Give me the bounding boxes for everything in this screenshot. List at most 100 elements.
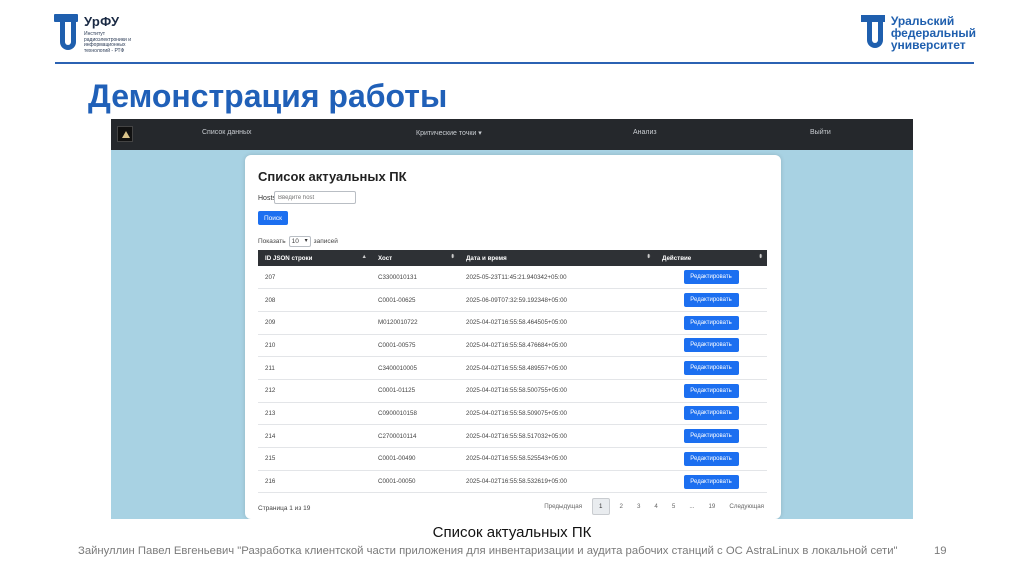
cell-datetime: 2025-04-02T16:55:58.509075+05:00: [466, 409, 567, 417]
col-action-header[interactable]: Действие ⬍: [655, 250, 767, 266]
app-screenshot: Список данных Критические точки ▾ Анализ…: [111, 119, 913, 519]
edit-button[interactable]: Редактировать: [683, 293, 739, 308]
cell-id: 208: [265, 296, 276, 304]
pc-table: ID JSON строки ▲ Хост ⬍ Дата и время ⬍ Дейс…: [258, 250, 767, 493]
page-length-select[interactable]: 10: [288, 236, 311, 247]
slide-title: Демонстрация работы: [88, 78, 448, 114]
cell-action: Редактировать: [655, 357, 767, 380]
cell-id: 212: [265, 387, 276, 395]
sort-icon: ⬍: [758, 254, 763, 260]
navbar: Список данных Критические точки ▾ Анализ…: [111, 119, 913, 150]
edit-button[interactable]: Редактировать: [683, 383, 739, 398]
edit-button[interactable]: Редактировать: [683, 361, 739, 376]
cell-host: C0001-00625: [378, 296, 416, 304]
edit-button[interactable]: Редактировать: [683, 451, 739, 466]
cell-datetime: 2025-04-02T16:55:58.489557+05:00: [466, 364, 567, 372]
pager-page-3[interactable]: 3: [633, 500, 644, 513]
edit-button[interactable]: Редактировать: [683, 474, 739, 489]
logo-line-3: университет: [890, 38, 966, 52]
cell-id: 210: [265, 341, 276, 349]
cell-id: 215: [265, 455, 276, 463]
edit-button[interactable]: Редактировать: [683, 406, 739, 421]
cell-action: Редактировать: [655, 448, 767, 471]
edit-button[interactable]: Редактировать: [683, 338, 739, 353]
figure-caption: Список актуальных ПК: [432, 524, 592, 541]
cell-datetime: 2025-04-02T16:55:58.517032+05:00: [466, 432, 567, 440]
cell-id: 207: [265, 273, 276, 281]
nav-analysis[interactable]: Анализ: [633, 129, 657, 136]
table-row: 209 M0120010722 2025-04-02T16:55:58.464505…: [258, 311, 767, 335]
pc-list-card: Список актуальных ПК Hosts Поиск Показат…: [245, 155, 781, 519]
sort-icon: ⬍: [646, 254, 651, 260]
cell-host: C0001-00490: [378, 455, 416, 463]
cell-datetime: 2025-06-09T07:32:59.192348+05:00: [466, 296, 567, 304]
nav-data-list[interactable]: Список данных: [202, 129, 251, 136]
table-row: 210 C0001-00575 2025-04-02T16:55:58.476684…: [258, 334, 767, 357]
pager-page-1[interactable]: 1: [592, 498, 610, 515]
page-number: 19: [934, 545, 947, 557]
nav-logout[interactable]: Выйти: [810, 129, 831, 136]
cell-host: M0120010722: [378, 319, 418, 327]
cell-id: 216: [265, 478, 276, 486]
cell-action: Редактировать: [655, 334, 767, 357]
urfu-logo: Уральский федеральный университет: [860, 15, 976, 52]
cell-host: C0001-00575: [378, 341, 416, 349]
cell-host: C0001-00050: [378, 478, 416, 486]
cell-action: Редактировать: [655, 266, 767, 289]
cell-host: C0900010158: [378, 409, 417, 417]
pager-page-2[interactable]: 2: [616, 500, 627, 513]
col-host-header[interactable]: Хост ⬍: [371, 250, 459, 266]
page-info: Страница 1 из 19: [258, 505, 311, 512]
show-suffix: записей: [313, 238, 338, 245]
urfu-rtf-logo: УрФУ Институт радиоэлектроники и информа…: [54, 14, 146, 54]
cell-id: 211: [265, 364, 275, 372]
slide: УрФУ Институт радиоэлектроники и информа…: [0, 0, 1024, 574]
search-button[interactable]: Поиск: [258, 211, 288, 225]
cell-datetime: 2025-04-02T16:55:58.500755+05:00: [466, 387, 567, 395]
cell-id: 209: [265, 319, 276, 327]
cell-action: Редактировать: [655, 379, 767, 402]
logo-abbr: УрФУ: [84, 14, 120, 29]
table-row: 211 C3400010005 2025-04-02T16:55:58.489557…: [258, 357, 767, 380]
table-row: 214 C2700010114 2025-04-02T16:55:58.517032…: [258, 425, 767, 448]
pager-prev[interactable]: Предыдущая: [540, 500, 586, 513]
table-row: 215 C0001-00490 2025-04-02T16:55:58.525543…: [258, 448, 767, 471]
col-id-header[interactable]: ID JSON строки ▲: [258, 250, 371, 266]
edit-button[interactable]: Редактировать: [683, 429, 739, 444]
edit-button[interactable]: Редактировать: [683, 315, 739, 330]
cell-host: C2700010114: [378, 432, 417, 440]
show-prefix: Показать: [258, 238, 286, 245]
cell-action: Редактировать: [655, 311, 767, 334]
logo-institute: Институт радиоэлектроники и информационн…: [84, 31, 132, 54]
pager-page-5[interactable]: 5: [668, 500, 679, 513]
cell-datetime: 2025-05-23T11:45:21.940342+05:00: [466, 273, 567, 281]
pagination: Предыдущая 1 2 3 4 5 ... 19 Следующая: [537, 498, 771, 515]
cell-action: Редактировать: [655, 402, 767, 425]
cell-host: C3400010005: [378, 364, 417, 372]
table-header-row: ID JSON строки ▲ Хост ⬍ Дата и время ⬍ Дейс…: [258, 250, 767, 266]
cell-host: C0001-01125: [378, 387, 416, 395]
cell-id: 213: [265, 409, 276, 417]
col-datetime-header[interactable]: Дата и время ⬍: [459, 250, 655, 266]
table-row: 207 C3300010131 2025-05-23T11:45:21.940342…: [258, 266, 767, 289]
cell-action: Редактировать: [655, 425, 767, 448]
card-title: Список актуальных ПК: [258, 169, 407, 184]
pager-next[interactable]: Следующая: [725, 500, 768, 513]
pager-ellipsis: ...: [689, 503, 695, 510]
nav-critical-points[interactable]: Критические точки ▾: [416, 129, 482, 137]
app-logo-icon[interactable]: [117, 126, 133, 142]
cell-datetime: 2025-04-02T16:55:58.476684+05:00: [466, 341, 567, 349]
sort-asc-icon: ▲: [361, 254, 367, 260]
cell-datetime: 2025-04-02T16:55:58.464505+05:00: [466, 319, 567, 327]
table-row: 213 C0900010158 2025-04-02T16:55:58.509075…: [258, 402, 767, 425]
pager-page-4[interactable]: 4: [650, 500, 661, 513]
cell-id: 214: [265, 432, 276, 440]
cell-action: Редактировать: [655, 470, 767, 493]
cell-host: C3300010131: [378, 273, 417, 281]
page-length-control: Показать 10 записей: [258, 236, 338, 247]
edit-button[interactable]: Редактировать: [683, 270, 739, 285]
sort-icon: ⬍: [450, 254, 455, 260]
pager-page-19[interactable]: 19: [704, 500, 719, 513]
hosts-input[interactable]: [274, 191, 356, 204]
table-row: 212 C0001-01125 2025-04-02T16:55:58.500755…: [258, 379, 767, 403]
